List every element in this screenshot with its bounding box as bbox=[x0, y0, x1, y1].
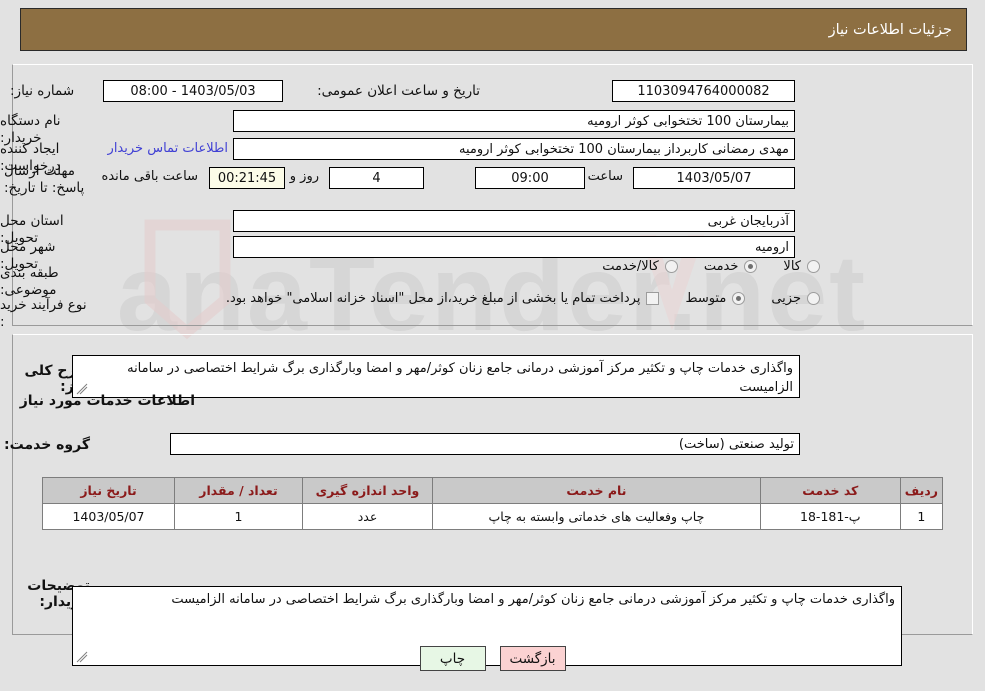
label-need-number: شماره نیاز: bbox=[10, 83, 75, 99]
field-remaining-clock[interactable]: 00:21:45 bbox=[209, 167, 285, 189]
field-buyer-org[interactable]: بیمارستان 100 تختخوابی کوثر ارومیه bbox=[233, 110, 795, 132]
category-option-1[interactable]: خدمت bbox=[704, 259, 758, 274]
label-category: طبقه بندی موضوعی: bbox=[0, 265, 59, 298]
col-quantity: تعداد / مقدار bbox=[174, 477, 303, 504]
panel-need-info bbox=[12, 64, 973, 326]
treasury-checkbox-group[interactable]: پرداخت تمام یا بخشی از مبلغ خرید،از محل … bbox=[226, 291, 660, 306]
col-service-code: کد خدمت bbox=[759, 477, 901, 504]
label-remaining-clock: ساعت باقی مانده bbox=[101, 169, 198, 184]
radio-icon[interactable] bbox=[807, 260, 820, 273]
radio-icon[interactable] bbox=[744, 260, 758, 273]
category-option-label-0: کالا bbox=[783, 259, 801, 274]
label-remaining-days: روز و bbox=[289, 169, 319, 184]
radio-icon[interactable] bbox=[807, 292, 820, 305]
action-buttons: بازگشت چاپ bbox=[0, 646, 985, 671]
field-deadline-time[interactable]: 09:00 bbox=[475, 167, 585, 189]
cell-quantity: 1 bbox=[174, 503, 303, 530]
field-remaining-days[interactable]: 4 bbox=[329, 167, 424, 189]
field-city[interactable]: ارومیه bbox=[233, 236, 795, 258]
cell-service-name: چاپ وفعالیت های خدماتی وابسته به چاپ bbox=[432, 503, 761, 530]
field-public-announce[interactable]: 1403/05/03 - 08:00 bbox=[103, 80, 283, 102]
cell-unit: عدد bbox=[302, 503, 433, 530]
treasury-note: پرداخت تمام یا بخشی از مبلغ خرید،از محل … bbox=[225, 291, 641, 306]
col-row-no: ردیف bbox=[899, 477, 944, 504]
field-deadline-date[interactable]: 1403/05/07 bbox=[633, 167, 795, 189]
field-service-group[interactable]: تولید صنعتی (ساخت) bbox=[170, 433, 800, 455]
table-header-row: ردیف کد خدمت نام خدمت واحد اندازه گیری ت… bbox=[42, 477, 944, 504]
page-root: anaTender.net جزئیات اطلاعات نیاز شماره … bbox=[0, 0, 985, 691]
print-button[interactable]: چاپ bbox=[419, 646, 486, 671]
checkbox-icon[interactable] bbox=[646, 292, 660, 305]
process-option-label-0: جزیی bbox=[771, 291, 801, 306]
label-process: نوع فرآیند خرید : bbox=[0, 297, 87, 330]
buyer-notes-text: واگذاری خدمات چاپ و تکثیر مرکز آموزشی در… bbox=[171, 592, 895, 607]
field-requester[interactable]: مهدی رمضانی کاربرداز بیمارستان 100 تختخو… bbox=[233, 138, 795, 160]
category-radio-group: کالا خدمت کالا/خدمت bbox=[576, 259, 820, 274]
services-table: ردیف کد خدمت نام خدمت واحد اندازه گیری ت… bbox=[42, 477, 944, 530]
radio-icon[interactable] bbox=[664, 260, 678, 273]
process-radio-group: جزیی متوسط پرداخت تمام یا بخشی از مبلغ خ… bbox=[216, 291, 820, 306]
category-option-label-1: خدمت bbox=[703, 259, 739, 274]
process-option-1[interactable]: متوسط bbox=[685, 291, 746, 306]
field-need-number[interactable]: 1103094764000082 bbox=[612, 80, 795, 102]
window-title-bar: جزئیات اطلاعات نیاز bbox=[20, 8, 967, 51]
label-service-group: گروه خدمت: bbox=[4, 437, 90, 453]
category-option-0[interactable]: کالا bbox=[783, 259, 820, 274]
summary-text: واگذاری خدمات چاپ و تکثیر مرکز آموزشی در… bbox=[127, 361, 793, 395]
category-option-2[interactable]: کالا/خدمت bbox=[602, 259, 678, 274]
col-service-name: نام خدمت bbox=[432, 477, 761, 504]
back-button[interactable]: بازگشت bbox=[499, 646, 566, 671]
field-summary[interactable]: واگذاری خدمات چاپ و تکثیر مرکز آموزشی در… bbox=[72, 355, 800, 398]
cell-row-no: 1 bbox=[899, 503, 944, 530]
field-province[interactable]: آذربایجان غربی bbox=[233, 210, 795, 232]
label-deadline: مهلت ارسال پاسخ: تا تاریخ: bbox=[4, 163, 85, 196]
cell-need-date: 1403/05/07 bbox=[42, 503, 175, 530]
page-title: جزئیات اطلاعات نیاز bbox=[828, 21, 952, 38]
process-option-0[interactable]: جزیی bbox=[771, 291, 820, 306]
col-unit: واحد اندازه گیری bbox=[302, 477, 433, 504]
process-option-label-1: متوسط bbox=[685, 291, 727, 306]
category-option-label-2: کالا/خدمت bbox=[602, 259, 659, 274]
buyer-contact-link[interactable]: اطلاعات تماس خریدار bbox=[108, 141, 228, 156]
label-public-announce: تاریخ و ساعت اعلان عمومی: bbox=[317, 83, 480, 99]
radio-icon[interactable] bbox=[732, 292, 746, 305]
heading-services: اطلاعات خدمات مورد نیاز bbox=[19, 393, 195, 409]
label-deadline-time: ساعت bbox=[587, 169, 623, 184]
col-need-date: تاریخ نیاز bbox=[42, 477, 175, 504]
cell-service-code: پ-181-18 bbox=[759, 503, 901, 530]
table-row: 1 پ-181-18 چاپ وفعالیت های خدماتی وابسته… bbox=[42, 503, 944, 530]
